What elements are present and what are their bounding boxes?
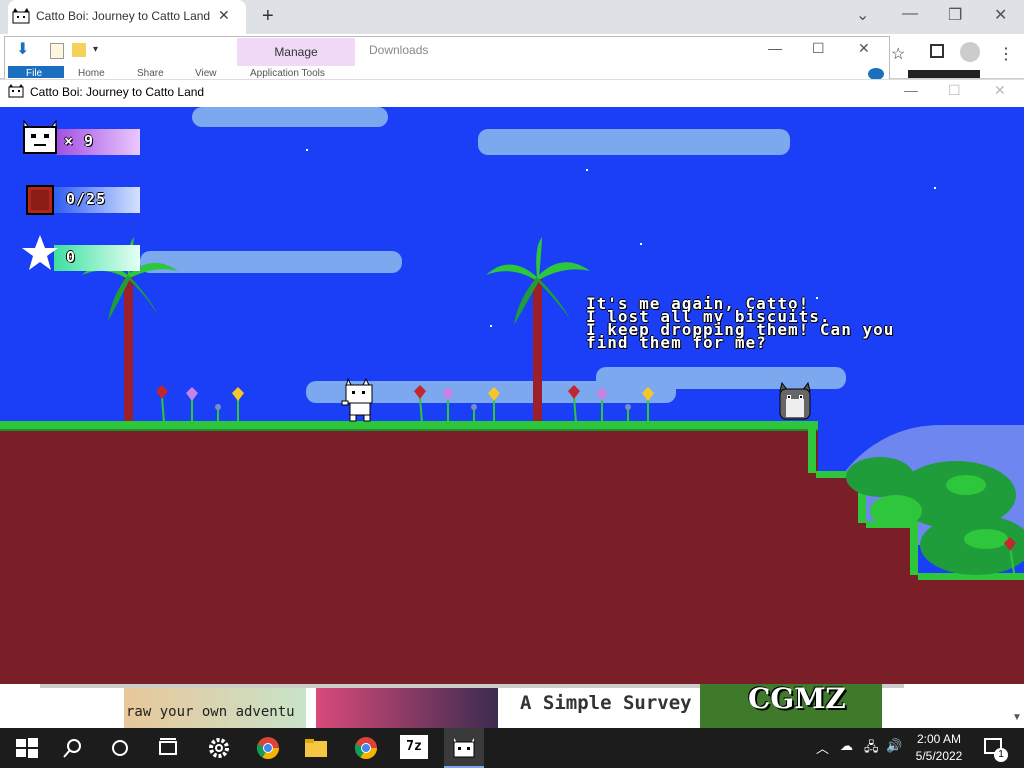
clock-time[interactable]: 2:00 AM bbox=[900, 732, 978, 746]
browser-restore-button[interactable]: ❐ bbox=[948, 5, 962, 25]
browser-minimize-button[interactable]: — bbox=[902, 5, 918, 23]
ribbon-tab-home[interactable]: Home bbox=[78, 68, 105, 79]
7zip-icon[interactable]: 7z bbox=[400, 735, 428, 759]
manage-tab-label: Manage bbox=[274, 45, 318, 59]
explorer-maximize-button[interactable]: ☐ bbox=[812, 40, 825, 57]
tab-close-icon[interactable]: ✕ bbox=[218, 7, 230, 24]
game-cat-taskbar-icon bbox=[453, 738, 475, 758]
scroll-down-arrow-icon[interactable]: ▼ bbox=[1012, 712, 1022, 723]
downloads-title: Downloads bbox=[369, 43, 429, 57]
clock-date[interactable]: 5/5/2022 bbox=[900, 749, 978, 763]
file-tab-label: File bbox=[26, 68, 43, 79]
game-window-cat-icon bbox=[8, 84, 24, 98]
hud-biscuits-count: 0/25 bbox=[66, 190, 107, 208]
task-view-icon[interactable] bbox=[155, 735, 181, 761]
settings-gear-icon[interactable] bbox=[206, 735, 232, 761]
sky-star bbox=[640, 243, 642, 245]
survey-banner-text: A Simple Survey bbox=[520, 692, 692, 714]
chrome-icon[interactable] bbox=[255, 735, 281, 761]
hud-lives-count: × 9 bbox=[64, 132, 95, 150]
npc-dialogue: It's me again, Catto! I lost all my biscu… bbox=[586, 296, 894, 351]
cat-favicon-icon bbox=[12, 8, 30, 24]
sky-star bbox=[934, 187, 936, 189]
sky-star bbox=[306, 149, 308, 151]
biscuit-icon bbox=[26, 185, 54, 215]
ground bbox=[0, 425, 818, 684]
tray-overflow-icon[interactable]: ︿ bbox=[816, 738, 829, 757]
cat-lives-icon bbox=[23, 119, 57, 154]
flower bbox=[1004, 537, 1016, 573]
new-tab-button[interactable]: + bbox=[262, 5, 274, 28]
cloud bbox=[192, 107, 388, 127]
properties-icon[interactable] bbox=[50, 43, 64, 59]
quick-access-dropdown-icon[interactable]: ▾ bbox=[93, 44, 98, 55]
chrome-icon-2[interactable] bbox=[353, 735, 379, 761]
grass-top bbox=[0, 421, 818, 431]
sky-star bbox=[586, 169, 588, 171]
notification-badge: 1 bbox=[994, 748, 1008, 762]
flower-cluster bbox=[568, 385, 654, 424]
folder-icon[interactable] bbox=[72, 43, 86, 57]
browser-close-button[interactable]: ✕ bbox=[994, 5, 1007, 25]
draw-adventure-text: raw your own adventu bbox=[126, 704, 295, 720]
network-icon[interactable]: 🖧 bbox=[864, 738, 879, 760]
ribbon-tab-share[interactable]: Share bbox=[137, 68, 164, 79]
cloud bbox=[478, 129, 790, 155]
npc-cat-sprite[interactable] bbox=[778, 381, 812, 421]
hud-stars-count: 0 bbox=[66, 248, 77, 266]
windows-start-icon[interactable] bbox=[14, 735, 40, 761]
player-cat-sprite bbox=[341, 377, 373, 422]
menu-dots-icon[interactable]: ⋮ bbox=[998, 44, 1014, 64]
ribbon-tab-application-tools[interactable]: Application Tools bbox=[250, 68, 325, 79]
file-explorer-icon[interactable] bbox=[303, 735, 329, 761]
bookmark-star-icon[interactable]: ☆ bbox=[891, 44, 905, 64]
side-panel-icon[interactable] bbox=[930, 44, 944, 58]
ground-step bbox=[918, 575, 1024, 684]
ribbon-tab-view[interactable]: View bbox=[195, 68, 217, 79]
flower-cluster bbox=[156, 385, 244, 424]
cortana-icon[interactable] bbox=[107, 735, 133, 761]
star-icon bbox=[22, 235, 58, 270]
anime-banner[interactable] bbox=[316, 688, 498, 728]
game-minimize-button[interactable]: — bbox=[904, 82, 918, 98]
cgmz-banner-text: CGMZ bbox=[748, 682, 846, 715]
download-arrow-icon: ⬇ bbox=[16, 41, 30, 58]
search-icon[interactable] bbox=[60, 735, 86, 761]
game-close-button[interactable]: ✕ bbox=[994, 82, 1006, 99]
profile-avatar[interactable] bbox=[960, 42, 980, 62]
game-window-title: Catto Boi: Journey to Catto Land bbox=[30, 85, 205, 99]
bush bbox=[846, 457, 1024, 575]
grass-edge bbox=[808, 425, 816, 473]
game-canvas[interactable]: It's me again, Catto! I lost all my biscu… bbox=[0, 107, 1024, 684]
game-maximize-button[interactable]: ☐ bbox=[948, 82, 961, 99]
explorer-close-button[interactable]: ✕ bbox=[858, 40, 870, 57]
tab-search-icon[interactable]: ⌄ bbox=[856, 5, 869, 25]
tab-title: Catto Boi: Journey to Catto Land bbox=[36, 9, 211, 23]
extension-bar bbox=[908, 70, 980, 78]
explorer-minimize-button[interactable]: — bbox=[768, 40, 782, 56]
onedrive-cloud-icon[interactable]: ☁ bbox=[840, 738, 853, 754]
flower-cluster bbox=[414, 385, 500, 424]
